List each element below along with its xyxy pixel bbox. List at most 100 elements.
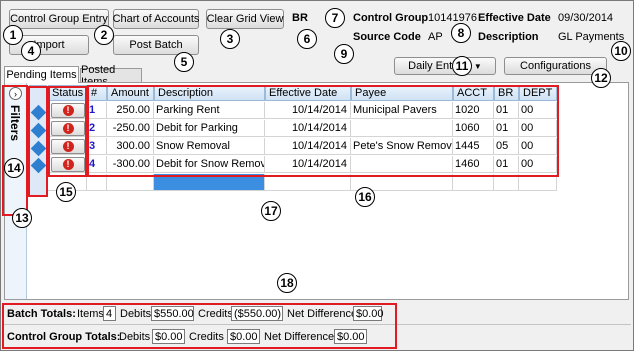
daily-entries-dropdown[interactable]: Daily Entries ▼ (394, 57, 496, 75)
effective-date-cell[interactable]: 10/14/2014 (265, 120, 351, 137)
row-number[interactable]: 2 (87, 120, 107, 137)
chart-of-accounts-button[interactable]: Chart of Accounts (113, 9, 199, 29)
payee-cell[interactable] (351, 156, 453, 173)
column-header-effective-date[interactable]: Effective Date (265, 85, 351, 101)
acct-cell[interactable]: 1445 (453, 138, 494, 155)
status-error-button[interactable]: ! (51, 121, 85, 136)
new-row-cell[interactable] (519, 174, 557, 191)
callout-marker: 1 (3, 25, 23, 45)
control-group-debits-value: $0.00 (152, 329, 185, 344)
column-header-description[interactable]: Description (154, 85, 265, 101)
new-row-cell[interactable] (453, 174, 494, 191)
br-cell[interactable]: 01 (494, 120, 519, 137)
br-label: BR (292, 12, 308, 24)
description-cell[interactable]: Debit for Snow Removal (154, 156, 265, 173)
br-cell[interactable]: 01 (494, 156, 519, 173)
description-cell[interactable]: Parking Rent (154, 102, 265, 119)
callout-marker: 14 (4, 158, 24, 178)
column-header-status[interactable]: Status (48, 85, 87, 101)
control-group-net-difference-value: $0.00 (334, 329, 367, 344)
error-icon: ! (62, 105, 74, 116)
dept-cell[interactable]: 00 (519, 138, 557, 155)
callout-marker: 16 (355, 187, 375, 207)
description-value: GL Payments (558, 31, 625, 43)
source-code-label: Source Code (353, 31, 421, 43)
callout-marker: 18 (277, 273, 297, 293)
application-window: Control Group Entry Chart of Accounts Cl… (0, 0, 634, 351)
control-group-value: 10141976 (428, 12, 477, 24)
dept-cell[interactable]: 00 (519, 102, 557, 119)
column-header-number[interactable]: # (87, 85, 107, 101)
status-error-button[interactable]: ! (51, 157, 85, 172)
callout-marker: 10 (611, 41, 631, 61)
error-icon: ! (62, 141, 74, 152)
payee-cell[interactable]: Municipal Pavers (351, 102, 453, 119)
credits-label: Credits (198, 308, 233, 320)
row-number[interactable]: 3 (87, 138, 107, 155)
control-group-credits-value: $0.00 (227, 329, 260, 344)
items-label: Items (77, 308, 104, 320)
source-code-value: AP (428, 31, 443, 43)
dept-cell[interactable]: 00 (519, 120, 557, 137)
callout-marker: 7 (325, 8, 345, 28)
column-header-acct[interactable]: ACCT (453, 85, 494, 101)
acct-cell[interactable]: 1060 (453, 120, 494, 137)
description-cell[interactable]: Snow Removal (154, 138, 265, 155)
new-row-cell[interactable] (107, 174, 154, 191)
callout-marker: 17 (261, 201, 281, 221)
batch-debits-value: $550.00 (151, 306, 194, 321)
callout-marker: 12 (591, 68, 611, 88)
dropdown-arrow-icon: ▼ (473, 61, 482, 71)
control-group-totals-label: Control Group Totals: (7, 331, 121, 343)
expand-filters-icon[interactable]: › (9, 87, 22, 100)
callout-marker: 2 (94, 25, 114, 45)
payee-cell[interactable] (351, 120, 453, 137)
column-header-amount[interactable]: Amount (107, 85, 154, 101)
callout-marker: 4 (21, 41, 41, 61)
br-cell[interactable]: 05 (494, 138, 519, 155)
net-difference-label: Net Difference (287, 308, 358, 320)
amount-cell[interactable]: -300.00 (107, 156, 154, 173)
divider (4, 324, 631, 325)
clear-grid-view-button[interactable]: Clear Grid View (206, 9, 284, 29)
callout-marker: 9 (334, 44, 354, 64)
callout-marker: 8 (451, 23, 471, 43)
column-header-br[interactable]: BR (494, 85, 519, 101)
amount-cell[interactable]: -250.00 (107, 120, 154, 137)
new-row-cell[interactable] (494, 174, 519, 191)
tab-pending-items[interactable]: Pending Items (4, 66, 79, 83)
tab-posted-items[interactable]: Posted Items (80, 64, 142, 88)
credits-label: Credits (189, 331, 224, 343)
column-header-payee[interactable]: Payee (351, 85, 453, 101)
net-difference-label: Net Difference (264, 331, 335, 343)
dept-cell[interactable]: 00 (519, 156, 557, 173)
filters-label: Filters (8, 105, 22, 142)
acct-cell[interactable]: 1020 (453, 102, 494, 119)
batch-net-difference-value: $0.00 (353, 306, 384, 321)
new-row-cell[interactable] (265, 174, 351, 191)
callout-marker: 11 (452, 56, 472, 76)
error-icon: ! (62, 159, 74, 170)
control-group-entry-button[interactable]: Control Group Entry (9, 9, 109, 29)
status-error-button[interactable]: ! (51, 139, 85, 154)
acct-cell[interactable]: 1460 (453, 156, 494, 173)
amount-cell[interactable]: 250.00 (107, 102, 154, 119)
callout-marker: 6 (297, 29, 317, 49)
row-number[interactable]: 1 (87, 102, 107, 119)
column-header-dept[interactable]: DEPT (519, 85, 557, 101)
amount-cell[interactable]: 300.00 (107, 138, 154, 155)
payee-cell[interactable]: Pete's Snow Removal (351, 138, 453, 155)
new-row-cell[interactable] (87, 174, 107, 191)
selected-cell[interactable] (154, 174, 265, 191)
effective-date-cell[interactable]: 10/14/2014 (265, 102, 351, 119)
effective-date-cell[interactable]: 10/14/2014 (265, 138, 351, 155)
br-cell[interactable]: 01 (494, 102, 519, 119)
row-number[interactable]: 4 (87, 156, 107, 173)
callout-marker: 3 (220, 29, 240, 49)
batch-credits-value: ($550.00) (231, 306, 283, 321)
effective-date-cell[interactable]: 10/14/2014 (265, 156, 351, 173)
description-cell[interactable]: Debit for Parking (154, 120, 265, 137)
callout-marker: 13 (12, 208, 32, 228)
status-error-button[interactable]: ! (51, 103, 85, 118)
callout-marker: 5 (174, 52, 194, 72)
